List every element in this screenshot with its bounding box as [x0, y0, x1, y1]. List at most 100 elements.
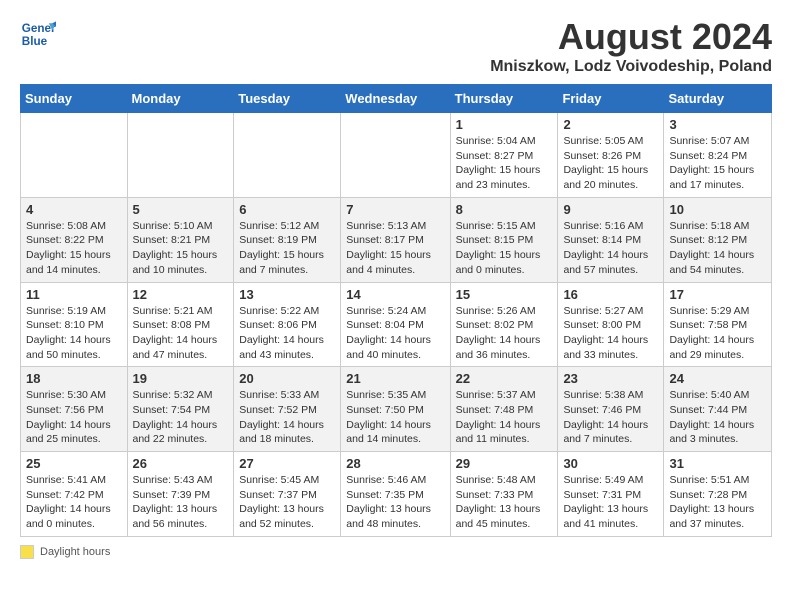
- day-number: 22: [456, 371, 553, 386]
- day-cell: 23Sunrise: 5:38 AM Sunset: 7:46 PM Dayli…: [558, 367, 664, 452]
- day-cell: 30Sunrise: 5:49 AM Sunset: 7:31 PM Dayli…: [558, 452, 664, 537]
- day-number: 24: [669, 371, 766, 386]
- day-info: Sunrise: 5:05 AM Sunset: 8:26 PM Dayligh…: [563, 134, 658, 193]
- day-cell: 20 Sunrise: 5:33 AM Sunset: 7:52 PM Dayli…: [234, 367, 341, 452]
- day-info: Sunrise: 5:22 AM Sunset: 8:06 PM Dayligh…: [239, 304, 335, 363]
- day-cell: 6Sunrise: 5:12 AM Sunset: 8:19 PM Daylig…: [234, 197, 341, 282]
- day-info: Sunrise: 5:33 AM Sunset: 7:52 PM Dayligh…: [239, 388, 335, 447]
- day-number: 31: [669, 456, 766, 471]
- day-cell: 4 Sunrise: 5:08 AM Sunset: 8:22 PM Daylig…: [21, 197, 128, 282]
- location-title: Mniszkow, Lodz Voivodeship, Poland: [490, 58, 772, 76]
- day-number: 20: [239, 371, 335, 386]
- day-cell: 7 Sunrise: 5:13 AM Sunset: 8:17 PM Daylig…: [341, 197, 450, 282]
- day-cell: 13 Sunrise: 5:22 AM Sunset: 8:06 PM Dayli…: [234, 282, 341, 367]
- month-title: August 2024: [490, 16, 772, 58]
- day-cell: 17 Sunrise: 5:29 AM Sunset: 7:58 PM Dayli…: [664, 282, 772, 367]
- day-cell: 9Sunrise: 5:16 AM Sunset: 8:14 PM Daylig…: [558, 197, 664, 282]
- day-cell: 26 Sunrise: 5:43 AM Sunset: 7:39 PM Dayli…: [127, 452, 234, 537]
- day-number: 19: [133, 371, 229, 386]
- day-info: Sunrise: 5:15 AM Sunset: 8:15 PM Dayligh…: [456, 219, 553, 278]
- day-info: Sunrise: 5:35 AM Sunset: 7:50 PM Dayligh…: [346, 388, 444, 447]
- day-cell: [234, 113, 341, 198]
- day-info: Sunrise: 5:48 AM Sunset: 7:33 PM Dayligh…: [456, 473, 553, 532]
- calendar-table: SundayMondayTuesdayWednesdayThursdayFrid…: [20, 84, 772, 537]
- day-info: Sunrise: 5:37 AM Sunset: 7:48 PM Dayligh…: [456, 388, 553, 447]
- day-number: 13: [239, 287, 335, 302]
- day-cell: 27Sunrise: 5:45 AM Sunset: 7:37 PM Dayli…: [234, 452, 341, 537]
- day-info: Sunrise: 5:38 AM Sunset: 7:46 PM Dayligh…: [563, 388, 658, 447]
- day-info: Sunrise: 5:40 AM Sunset: 7:44 PM Dayligh…: [669, 388, 766, 447]
- day-cell: 19 Sunrise: 5:32 AM Sunset: 7:54 PM Dayli…: [127, 367, 234, 452]
- day-number: 15: [456, 287, 553, 302]
- day-number: 8: [456, 202, 553, 217]
- day-number: 4: [26, 202, 122, 217]
- day-number: 5: [133, 202, 229, 217]
- col-header-saturday: Saturday: [664, 85, 772, 113]
- legend-label: Daylight hours: [40, 546, 110, 558]
- week-row-5: 25Sunrise: 5:41 AM Sunset: 7:42 PM Dayli…: [21, 452, 772, 537]
- day-cell: 2 Sunrise: 5:05 AM Sunset: 8:26 PM Daylig…: [558, 113, 664, 198]
- day-cell: 24 Sunrise: 5:40 AM Sunset: 7:44 PM Dayli…: [664, 367, 772, 452]
- day-info: Sunrise: 5:07 AM Sunset: 8:24 PM Dayligh…: [669, 134, 766, 193]
- footer-note: Daylight hours: [20, 545, 772, 559]
- week-row-2: 4 Sunrise: 5:08 AM Sunset: 8:22 PM Daylig…: [21, 197, 772, 282]
- day-info: Sunrise: 5:24 AM Sunset: 8:04 PM Dayligh…: [346, 304, 444, 363]
- col-header-tuesday: Tuesday: [234, 85, 341, 113]
- header-row: SundayMondayTuesdayWednesdayThursdayFrid…: [21, 85, 772, 113]
- day-cell: 15 Sunrise: 5:26 AM Sunset: 8:02 PM Dayli…: [450, 282, 558, 367]
- day-cell: 16Sunrise: 5:27 AM Sunset: 8:00 PM Dayli…: [558, 282, 664, 367]
- day-number: 10: [669, 202, 766, 217]
- day-cell: 14 Sunrise: 5:24 AM Sunset: 8:04 PM Dayli…: [341, 282, 450, 367]
- day-number: 11: [26, 287, 122, 302]
- day-info: Sunrise: 5:26 AM Sunset: 8:02 PM Dayligh…: [456, 304, 553, 363]
- day-cell: [341, 113, 450, 198]
- day-info: Sunrise: 5:43 AM Sunset: 7:39 PM Dayligh…: [133, 473, 229, 532]
- week-row-4: 18Sunrise: 5:30 AM Sunset: 7:56 PM Dayli…: [21, 367, 772, 452]
- day-number: 3: [669, 117, 766, 132]
- day-info: Sunrise: 5:32 AM Sunset: 7:54 PM Dayligh…: [133, 388, 229, 447]
- day-number: 9: [563, 202, 658, 217]
- day-info: Sunrise: 5:51 AM Sunset: 7:28 PM Dayligh…: [669, 473, 766, 532]
- day-number: 21: [346, 371, 444, 386]
- day-info: Sunrise: 5:49 AM Sunset: 7:31 PM Dayligh…: [563, 473, 658, 532]
- logo: General Blue: [20, 16, 56, 52]
- day-info: Sunrise: 5:30 AM Sunset: 7:56 PM Dayligh…: [26, 388, 122, 447]
- legend-box: [20, 545, 34, 559]
- day-cell: 25Sunrise: 5:41 AM Sunset: 7:42 PM Dayli…: [21, 452, 128, 537]
- day-number: 2: [563, 117, 658, 132]
- day-cell: 3 Sunrise: 5:07 AM Sunset: 8:24 PM Daylig…: [664, 113, 772, 198]
- day-info: Sunrise: 5:13 AM Sunset: 8:17 PM Dayligh…: [346, 219, 444, 278]
- day-info: Sunrise: 5:12 AM Sunset: 8:19 PM Dayligh…: [239, 219, 335, 278]
- title-area: August 2024 Mniszkow, Lodz Voivodeship, …: [490, 16, 772, 76]
- day-cell: 31 Sunrise: 5:51 AM Sunset: 7:28 PM Dayli…: [664, 452, 772, 537]
- week-row-3: 11 Sunrise: 5:19 AM Sunset: 8:10 PM Dayli…: [21, 282, 772, 367]
- day-cell: 8 Sunrise: 5:15 AM Sunset: 8:15 PM Daylig…: [450, 197, 558, 282]
- col-header-monday: Monday: [127, 85, 234, 113]
- day-number: 27: [239, 456, 335, 471]
- logo-icon: General Blue: [20, 16, 56, 52]
- day-number: 29: [456, 456, 553, 471]
- col-header-sunday: Sunday: [21, 85, 128, 113]
- day-info: Sunrise: 5:19 AM Sunset: 8:10 PM Dayligh…: [26, 304, 122, 363]
- day-number: 12: [133, 287, 229, 302]
- col-header-thursday: Thursday: [450, 85, 558, 113]
- day-cell: 5Sunrise: 5:10 AM Sunset: 8:21 PM Daylig…: [127, 197, 234, 282]
- day-number: 28: [346, 456, 444, 471]
- day-cell: [21, 113, 128, 198]
- day-cell: 10Sunrise: 5:18 AM Sunset: 8:12 PM Dayli…: [664, 197, 772, 282]
- day-number: 7: [346, 202, 444, 217]
- day-cell: 28 Sunrise: 5:46 AM Sunset: 7:35 PM Dayli…: [341, 452, 450, 537]
- day-info: Sunrise: 5:41 AM Sunset: 7:42 PM Dayligh…: [26, 473, 122, 532]
- day-number: 26: [133, 456, 229, 471]
- day-number: 1: [456, 117, 553, 132]
- col-header-friday: Friday: [558, 85, 664, 113]
- svg-text:Blue: Blue: [22, 35, 48, 48]
- day-number: 14: [346, 287, 444, 302]
- day-info: Sunrise: 5:08 AM Sunset: 8:22 PM Dayligh…: [26, 219, 122, 278]
- day-cell: 22 Sunrise: 5:37 AM Sunset: 7:48 PM Dayli…: [450, 367, 558, 452]
- day-info: Sunrise: 5:46 AM Sunset: 7:35 PM Dayligh…: [346, 473, 444, 532]
- day-info: Sunrise: 5:29 AM Sunset: 7:58 PM Dayligh…: [669, 304, 766, 363]
- day-number: 17: [669, 287, 766, 302]
- day-cell: [127, 113, 234, 198]
- col-header-wednesday: Wednesday: [341, 85, 450, 113]
